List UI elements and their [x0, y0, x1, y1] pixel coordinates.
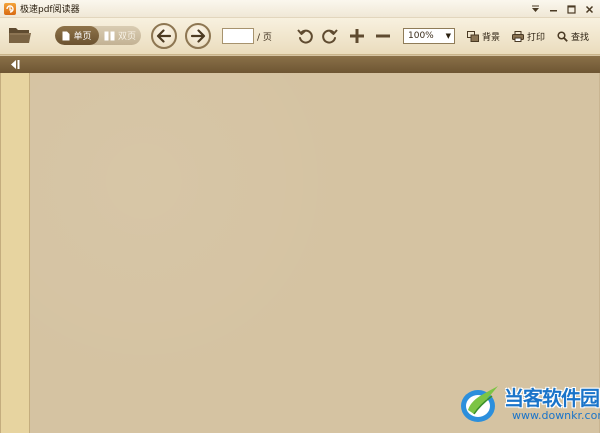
sidebar-header-strip — [0, 56, 600, 73]
watermark-title: 当客软件园 — [504, 386, 600, 410]
arrow-right-icon — [190, 29, 206, 43]
rotate-left-icon[interactable] — [296, 27, 314, 45]
maximize-icon[interactable] — [562, 1, 580, 17]
rotate-right-icon[interactable] — [320, 27, 338, 45]
chevron-down-icon: ▼ — [445, 32, 451, 40]
zoom-select[interactable]: 100% ▼ — [403, 28, 455, 44]
single-page-icon — [62, 31, 70, 40]
minimize-icon[interactable] — [544, 1, 562, 17]
close-icon[interactable] — [580, 1, 598, 17]
previous-page-button[interactable] — [151, 23, 177, 49]
watermark-logo-icon — [461, 386, 498, 422]
search-icon — [557, 30, 568, 42]
sidebar-panel — [0, 73, 30, 433]
single-page-button[interactable]: 单页 — [55, 26, 99, 45]
single-page-label: 单页 — [73, 32, 92, 42]
site-watermark: 当客软件园 www.downkr.com — [458, 378, 600, 430]
main-toolbar: 单页 双页 / 页 100% ▼ 背景 打印 查找 — [0, 18, 600, 55]
folder-icon[interactable] — [8, 25, 32, 45]
page-mode-toggle: 单页 双页 — [55, 26, 141, 45]
background-label: 背景 — [482, 32, 501, 43]
printer-icon — [512, 30, 524, 42]
app-logo-icon — [4, 2, 16, 15]
background-icon — [467, 30, 479, 42]
find-label: 查找 — [571, 32, 590, 43]
zoom-value: 100% — [408, 31, 434, 41]
plus-icon[interactable] — [348, 27, 366, 45]
double-page-icon — [104, 31, 115, 40]
minus-icon[interactable] — [374, 27, 392, 45]
find-button[interactable]: 查找 — [557, 29, 589, 43]
collapse-sidebar-icon[interactable] — [9, 59, 21, 70]
page-total-label: / 页 — [257, 33, 272, 43]
background-button[interactable]: 背景 — [467, 29, 500, 43]
watermark-url: www.downkr.com — [512, 409, 600, 422]
window-title: 极速pdf阅读器 — [20, 5, 80, 15]
title-bar: 极速pdf阅读器 — [0, 0, 600, 18]
menu-triangle-icon[interactable] — [526, 1, 544, 17]
print-label: 打印 — [527, 32, 546, 43]
window-controls — [526, 0, 598, 18]
arrow-left-icon — [156, 29, 172, 43]
double-page-label: 双页 — [117, 32, 136, 42]
print-button[interactable]: 打印 — [512, 29, 545, 43]
next-page-button[interactable] — [185, 23, 211, 49]
page-number-input[interactable] — [222, 28, 254, 44]
double-page-button[interactable]: 双页 — [99, 26, 141, 45]
